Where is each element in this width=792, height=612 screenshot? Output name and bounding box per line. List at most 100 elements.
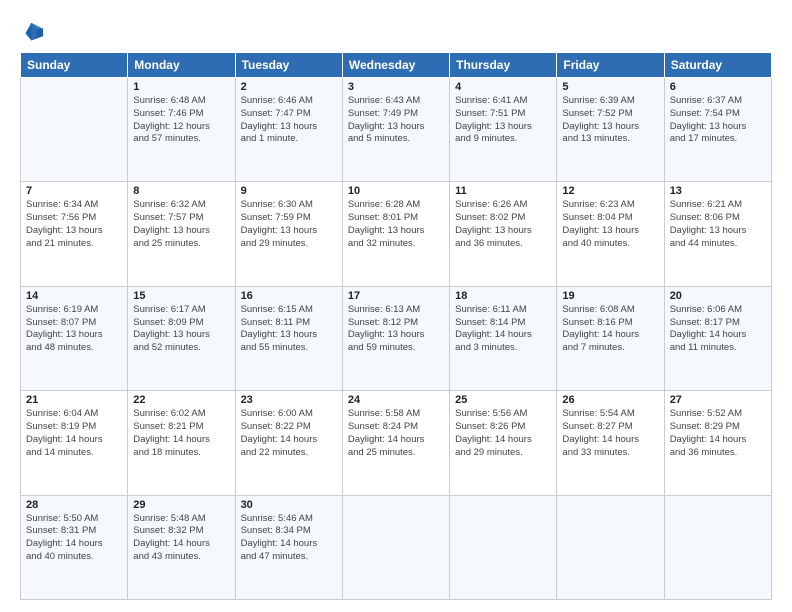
day-number: 13 xyxy=(670,185,766,197)
calendar-cell: 15 Sunrise: 6:17 AMSunset: 8:09 PMDayligh… xyxy=(128,286,235,390)
day-info: Sunrise: 6:34 AMSunset: 7:56 PMDaylight:… xyxy=(26,199,122,250)
calendar-cell: 12 Sunrise: 6:23 AMSunset: 8:04 PMDayligh… xyxy=(557,182,664,286)
weekday-header-saturday: Saturday xyxy=(664,53,771,78)
day-info: Sunrise: 6:37 AMSunset: 7:54 PMDaylight:… xyxy=(670,95,766,146)
day-number: 1 xyxy=(133,81,229,93)
calendar-cell: 21 Sunrise: 6:04 AMSunset: 8:19 PMDayligh… xyxy=(21,391,128,495)
day-number: 25 xyxy=(455,394,551,406)
day-number: 12 xyxy=(562,185,658,197)
day-info: Sunrise: 5:58 AMSunset: 8:24 PMDaylight:… xyxy=(348,408,444,459)
calendar-cell: 1 Sunrise: 6:48 AMSunset: 7:46 PMDaylight… xyxy=(128,78,235,182)
day-number: 3 xyxy=(348,81,444,93)
calendar-cell: 2 Sunrise: 6:46 AMSunset: 7:47 PMDaylight… xyxy=(235,78,342,182)
day-info: Sunrise: 6:04 AMSunset: 8:19 PMDaylight:… xyxy=(26,408,122,459)
day-info: Sunrise: 6:48 AMSunset: 7:46 PMDaylight:… xyxy=(133,95,229,146)
calendar-cell xyxy=(664,495,771,599)
calendar-cell: 16 Sunrise: 6:15 AMSunset: 8:11 PMDayligh… xyxy=(235,286,342,390)
week-row-3: 14 Sunrise: 6:19 AMSunset: 8:07 PMDayligh… xyxy=(21,286,772,390)
day-info: Sunrise: 6:46 AMSunset: 7:47 PMDaylight:… xyxy=(241,95,337,146)
day-number: 2 xyxy=(241,81,337,93)
weekday-header-wednesday: Wednesday xyxy=(342,53,449,78)
day-number: 20 xyxy=(670,290,766,302)
calendar-cell xyxy=(450,495,557,599)
day-number: 28 xyxy=(26,499,122,511)
day-info: Sunrise: 6:13 AMSunset: 8:12 PMDaylight:… xyxy=(348,304,444,355)
day-info: Sunrise: 5:52 AMSunset: 8:29 PMDaylight:… xyxy=(670,408,766,459)
day-number: 6 xyxy=(670,81,766,93)
calendar-cell: 9 Sunrise: 6:30 AMSunset: 7:59 PMDaylight… xyxy=(235,182,342,286)
calendar-cell: 27 Sunrise: 5:52 AMSunset: 8:29 PMDayligh… xyxy=(664,391,771,495)
day-info: Sunrise: 6:43 AMSunset: 7:49 PMDaylight:… xyxy=(348,95,444,146)
day-info: Sunrise: 5:48 AMSunset: 8:32 PMDaylight:… xyxy=(133,513,229,564)
day-info: Sunrise: 6:26 AMSunset: 8:02 PMDaylight:… xyxy=(455,199,551,250)
day-number: 21 xyxy=(26,394,122,406)
day-info: Sunrise: 6:32 AMSunset: 7:57 PMDaylight:… xyxy=(133,199,229,250)
calendar-cell: 7 Sunrise: 6:34 AMSunset: 7:56 PMDaylight… xyxy=(21,182,128,286)
weekday-header-sunday: Sunday xyxy=(21,53,128,78)
weekday-header-monday: Monday xyxy=(128,53,235,78)
weekday-header-tuesday: Tuesday xyxy=(235,53,342,78)
day-number: 26 xyxy=(562,394,658,406)
calendar-cell: 23 Sunrise: 6:00 AMSunset: 8:22 PMDayligh… xyxy=(235,391,342,495)
day-info: Sunrise: 6:30 AMSunset: 7:59 PMDaylight:… xyxy=(241,199,337,250)
day-number: 29 xyxy=(133,499,229,511)
day-info: Sunrise: 6:02 AMSunset: 8:21 PMDaylight:… xyxy=(133,408,229,459)
calendar-cell: 11 Sunrise: 6:26 AMSunset: 8:02 PMDayligh… xyxy=(450,182,557,286)
calendar-page: SundayMondayTuesdayWednesdayThursdayFrid… xyxy=(0,0,792,612)
day-number: 16 xyxy=(241,290,337,302)
calendar-cell: 26 Sunrise: 5:54 AMSunset: 8:27 PMDayligh… xyxy=(557,391,664,495)
calendar-table: SundayMondayTuesdayWednesdayThursdayFrid… xyxy=(20,52,772,600)
day-number: 27 xyxy=(670,394,766,406)
day-number: 22 xyxy=(133,394,229,406)
day-info: Sunrise: 6:19 AMSunset: 8:07 PMDaylight:… xyxy=(26,304,122,355)
weekday-header-row: SundayMondayTuesdayWednesdayThursdayFrid… xyxy=(21,53,772,78)
day-info: Sunrise: 6:41 AMSunset: 7:51 PMDaylight:… xyxy=(455,95,551,146)
weekday-header-friday: Friday xyxy=(557,53,664,78)
calendar-cell: 4 Sunrise: 6:41 AMSunset: 7:51 PMDaylight… xyxy=(450,78,557,182)
day-info: Sunrise: 6:00 AMSunset: 8:22 PMDaylight:… xyxy=(241,408,337,459)
week-row-2: 7 Sunrise: 6:34 AMSunset: 7:56 PMDaylight… xyxy=(21,182,772,286)
day-info: Sunrise: 6:15 AMSunset: 8:11 PMDaylight:… xyxy=(241,304,337,355)
week-row-5: 28Sunrise: 5:50 AMSunset: 8:31 PMDayligh… xyxy=(21,495,772,599)
day-number: 30 xyxy=(241,499,337,511)
calendar-cell: 8Sunrise: 6:32 AMSunset: 7:57 PMDaylight… xyxy=(128,182,235,286)
day-number: 11 xyxy=(455,185,551,197)
day-info: Sunrise: 6:17 AMSunset: 8:09 PMDaylight:… xyxy=(133,304,229,355)
day-number: 24 xyxy=(348,394,444,406)
calendar-cell: 28Sunrise: 5:50 AMSunset: 8:31 PMDayligh… xyxy=(21,495,128,599)
day-number: 17 xyxy=(348,290,444,302)
day-number: 7 xyxy=(26,185,122,197)
calendar-cell: 13Sunrise: 6:21 AMSunset: 8:06 PMDayligh… xyxy=(664,182,771,286)
day-info: Sunrise: 6:23 AMSunset: 8:04 PMDaylight:… xyxy=(562,199,658,250)
calendar-cell: 5Sunrise: 6:39 AMSunset: 7:52 PMDaylight… xyxy=(557,78,664,182)
day-info: Sunrise: 5:46 AMSunset: 8:34 PMDaylight:… xyxy=(241,513,337,564)
calendar-cell: 20 Sunrise: 6:06 AMSunset: 8:17 PMDayligh… xyxy=(664,286,771,390)
calendar-cell: 18Sunrise: 6:11 AMSunset: 8:14 PMDayligh… xyxy=(450,286,557,390)
calendar-cell: 19 Sunrise: 6:08 AMSunset: 8:16 PMDayligh… xyxy=(557,286,664,390)
day-number: 14 xyxy=(26,290,122,302)
day-number: 9 xyxy=(241,185,337,197)
day-number: 23 xyxy=(241,394,337,406)
day-number: 4 xyxy=(455,81,551,93)
day-number: 19 xyxy=(562,290,658,302)
day-info: Sunrise: 6:11 AMSunset: 8:14 PMDaylight:… xyxy=(455,304,551,355)
calendar-cell: 22 Sunrise: 6:02 AMSunset: 8:21 PMDayligh… xyxy=(128,391,235,495)
calendar-cell: 10Sunrise: 6:28 AMSunset: 8:01 PMDayligh… xyxy=(342,182,449,286)
week-row-4: 21 Sunrise: 6:04 AMSunset: 8:19 PMDayligh… xyxy=(21,391,772,495)
calendar-cell: 17 Sunrise: 6:13 AMSunset: 8:12 PMDayligh… xyxy=(342,286,449,390)
day-info: Sunrise: 6:08 AMSunset: 8:16 PMDaylight:… xyxy=(562,304,658,355)
calendar-cell: 6 Sunrise: 6:37 AMSunset: 7:54 PMDaylight… xyxy=(664,78,771,182)
logo-icon xyxy=(24,20,46,42)
calendar-cell: 30 Sunrise: 5:46 AMSunset: 8:34 PMDayligh… xyxy=(235,495,342,599)
day-info: Sunrise: 5:54 AMSunset: 8:27 PMDaylight:… xyxy=(562,408,658,459)
week-row-1: 1 Sunrise: 6:48 AMSunset: 7:46 PMDaylight… xyxy=(21,78,772,182)
header xyxy=(20,18,772,42)
day-info: Sunrise: 5:56 AMSunset: 8:26 PMDaylight:… xyxy=(455,408,551,459)
calendar-cell: 25 Sunrise: 5:56 AMSunset: 8:26 PMDayligh… xyxy=(450,391,557,495)
calendar-cell: 3 Sunrise: 6:43 AMSunset: 7:49 PMDaylight… xyxy=(342,78,449,182)
calendar-cell xyxy=(21,78,128,182)
day-number: 15 xyxy=(133,290,229,302)
day-info: Sunrise: 6:39 AMSunset: 7:52 PMDaylight:… xyxy=(562,95,658,146)
calendar-cell: 24 Sunrise: 5:58 AMSunset: 8:24 PMDayligh… xyxy=(342,391,449,495)
day-info: Sunrise: 6:06 AMSunset: 8:17 PMDaylight:… xyxy=(670,304,766,355)
